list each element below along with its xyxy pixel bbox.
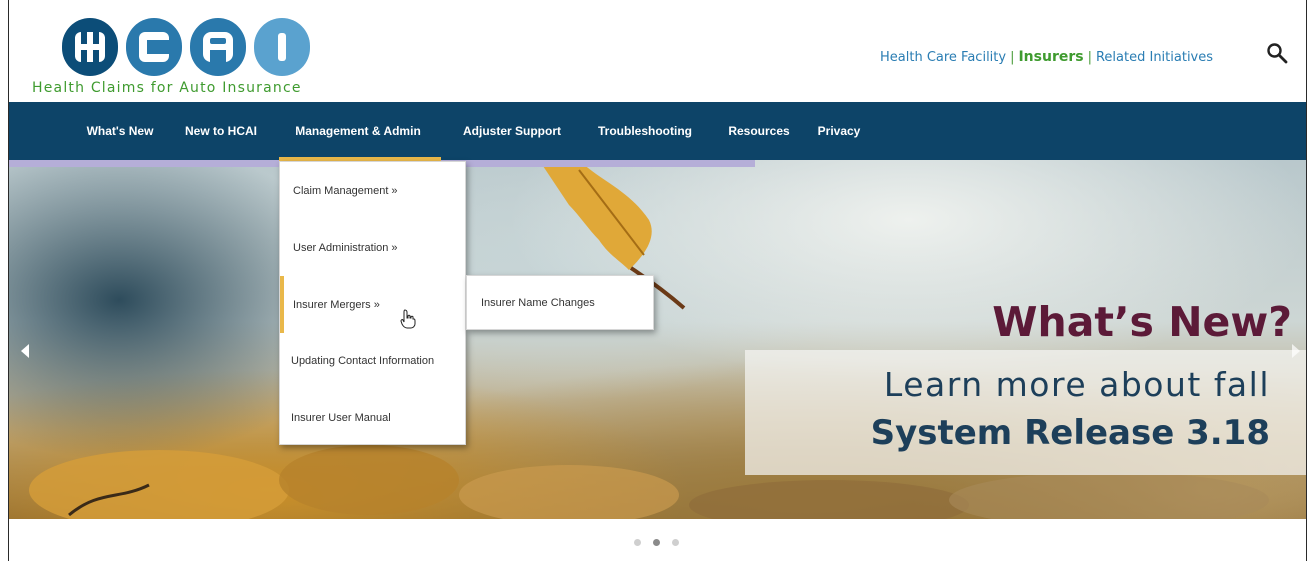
link-separator: | (1087, 50, 1092, 65)
carousel-dot[interactable] (672, 539, 679, 546)
chevron-right-icon[interactable] (1292, 344, 1300, 358)
logo-letter-h (62, 18, 118, 76)
nav-whats-new[interactable]: What's New (72, 102, 168, 160)
main-nav: What's New New to HCAI Management & Admi… (9, 102, 1306, 160)
menu-item-label: User Administration » (293, 241, 398, 254)
insurer-mergers-submenu: Insurer Name Changes (466, 275, 654, 330)
logo-tagline: Health Claims for Auto Insurance (32, 80, 302, 96)
nav-adjuster-support[interactable]: Adjuster Support (450, 102, 574, 160)
menu-item-insurer-user-manual[interactable]: Insurer User Manual (280, 389, 465, 446)
menu-item-label: Claim Management » (293, 184, 398, 197)
nav-management-admin[interactable]: Management & Admin (286, 102, 430, 160)
link-related-initiatives[interactable]: Related Initiatives (1096, 50, 1213, 65)
menu-item-label: Insurer User Manual (291, 411, 391, 424)
search-icon[interactable] (1266, 42, 1288, 64)
menu-item-label: Insurer Mergers » (293, 298, 380, 311)
link-health-care-facility[interactable]: Health Care Facility (880, 50, 1006, 65)
logo-letter-c (126, 18, 182, 76)
nav-resources[interactable]: Resources (715, 102, 803, 160)
logo-letter-a (190, 18, 246, 76)
menu-item-label: Updating Contact Information (291, 354, 435, 367)
carousel-dot[interactable] (634, 539, 641, 546)
hero-subtitle-line-2: System Release 3.18 (870, 413, 1270, 453)
nav-troubleshooting[interactable]: Troubleshooting (589, 102, 701, 160)
hand-cursor-icon (400, 309, 416, 329)
logo-letters (62, 18, 310, 76)
submenu-item-insurer-name-changes[interactable]: Insurer Name Changes (467, 297, 595, 309)
carousel-dot-active[interactable] (653, 539, 660, 546)
hero-title: What’s New? (992, 298, 1292, 346)
logo-letter-i (254, 18, 310, 76)
management-admin-dropdown: Claim Management » User Administration »… (279, 161, 466, 445)
nav-new-to-hcai[interactable]: New to HCAI (179, 102, 263, 160)
menu-item-user-administration[interactable]: User Administration » (280, 219, 465, 276)
menu-item-updating-contact-information[interactable]: Updating Contact Information (280, 332, 465, 389)
hero-banner[interactable]: What’s New? Learn more about fall System… (9, 160, 1306, 519)
menu-item-claim-management[interactable]: Claim Management » (280, 162, 465, 219)
hero-subtitle-line-1: Learn more about fall (883, 365, 1270, 404)
menu-item-insurer-mergers[interactable]: Insurer Mergers » (280, 276, 469, 333)
hcai-logo[interactable]: Health Claims for Auto Insurance (32, 14, 322, 98)
carousel-dots (634, 539, 679, 546)
link-separator: | (1010, 50, 1015, 65)
audience-links: Health Care Facility | Insurers | Related In… (880, 49, 1213, 65)
nav-privacy[interactable]: Privacy (809, 102, 869, 160)
link-insurers[interactable]: Insurers (1018, 49, 1083, 65)
chevron-left-icon[interactable] (21, 344, 29, 358)
